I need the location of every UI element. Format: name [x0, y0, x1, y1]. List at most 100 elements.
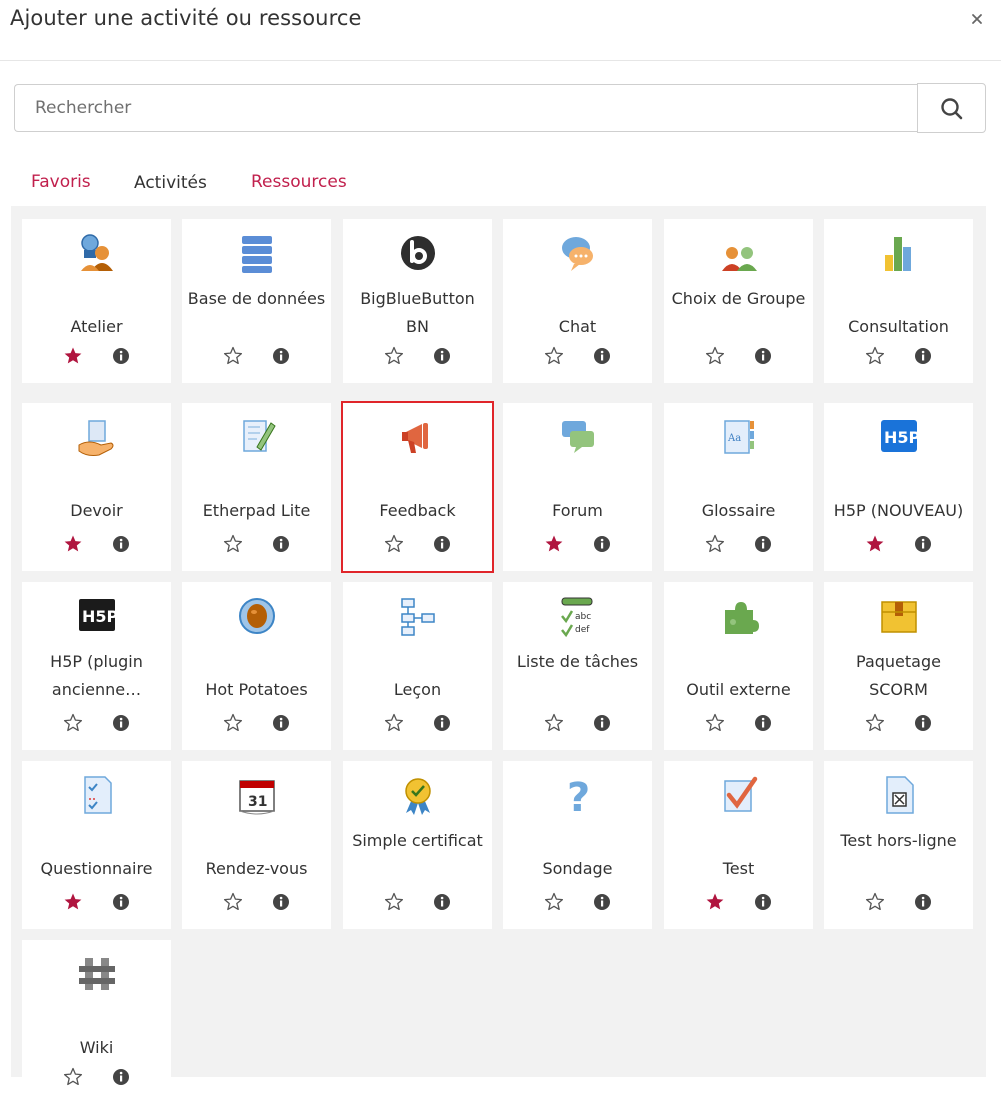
star-outline-icon[interactable]: [222, 712, 244, 734]
activity-card-liste-de-taches[interactable]: abc def Liste de tâches: [503, 582, 652, 750]
info-icon[interactable]: [431, 891, 453, 913]
activity-card-consultation[interactable]: Consultation: [824, 219, 973, 383]
info-icon[interactable]: [752, 712, 774, 734]
star-outline-icon[interactable]: [864, 891, 886, 913]
activity-card-forum[interactable]: Forum: [503, 403, 652, 571]
activity-actions: [343, 533, 492, 555]
info-icon[interactable]: [110, 712, 132, 734]
star-outline-icon[interactable]: [62, 1066, 84, 1088]
info-icon[interactable]: [270, 712, 292, 734]
activity-card-hot-potatoes[interactable]: Hot Potatoes: [182, 582, 331, 750]
activity-card-h5p-plugin-ancienne[interactable]: H5P H5P (plugin ancienne…: [22, 582, 171, 750]
checklist-icon: abc def: [556, 594, 600, 638]
info-icon[interactable]: [752, 533, 774, 555]
activity-card-sondage[interactable]: ? Sondage: [503, 761, 652, 929]
info-icon[interactable]: [270, 345, 292, 367]
activity-card-feedback[interactable]: Feedback: [341, 401, 494, 573]
info-icon[interactable]: [591, 712, 613, 734]
activity-card-devoir[interactable]: Devoir: [22, 403, 171, 571]
forum-bubbles-icon: [556, 415, 600, 459]
star-outline-icon[interactable]: [222, 345, 244, 367]
info-icon[interactable]: [431, 533, 453, 555]
info-icon[interactable]: [110, 891, 132, 913]
star-filled-icon[interactable]: [543, 533, 565, 555]
star-outline-icon[interactable]: [704, 345, 726, 367]
tab-activites[interactable]: Activités: [116, 164, 230, 206]
info-icon[interactable]: [591, 345, 613, 367]
activity-card-lecon[interactable]: Leçon: [343, 582, 492, 750]
star-outline-icon[interactable]: [62, 712, 84, 734]
star-filled-icon[interactable]: [62, 891, 84, 913]
star-outline-icon[interactable]: [222, 533, 244, 555]
activity-name: Rendez-vous: [205, 859, 308, 878]
activity-card-chat[interactable]: Chat: [503, 219, 652, 383]
info-icon[interactable]: [110, 345, 132, 367]
activity-actions: [22, 533, 171, 555]
activity-card-glossaire[interactable]: Aa Glossaire: [664, 403, 813, 571]
activity-card-paquetage-scorm[interactable]: Paquetage SCORM: [824, 582, 973, 750]
search-button[interactable]: [917, 83, 986, 133]
star-outline-icon[interactable]: [543, 345, 565, 367]
star-filled-icon[interactable]: [62, 345, 84, 367]
star-outline-icon[interactable]: [543, 712, 565, 734]
info-icon[interactable]: [912, 345, 934, 367]
info-icon[interactable]: [110, 533, 132, 555]
info-icon[interactable]: [912, 712, 934, 734]
activity-name: Leçon: [393, 680, 442, 699]
star-filled-icon[interactable]: [62, 533, 84, 555]
activity-actions: [664, 345, 813, 367]
info-icon[interactable]: [752, 891, 774, 913]
star-filled-icon[interactable]: [704, 891, 726, 913]
star-outline-icon[interactable]: [222, 891, 244, 913]
star-outline-icon[interactable]: [864, 345, 886, 367]
activity-name: Simple certificat: [352, 831, 483, 850]
activity-actions: [664, 891, 813, 913]
activity-actions: [343, 345, 492, 367]
activity-name: Paquetage SCORM: [856, 652, 941, 699]
activity-card-test-hors-ligne[interactable]: Test hors-ligne: [824, 761, 973, 929]
puzzle-piece-icon: [717, 594, 761, 638]
info-icon[interactable]: [270, 891, 292, 913]
info-icon[interactable]: [110, 1066, 132, 1088]
activity-card-choix-de-groupe[interactable]: Choix de Groupe: [664, 219, 813, 383]
activity-actions: [824, 712, 973, 734]
tab-ressources[interactable]: Ressources: [234, 164, 364, 206]
star-outline-icon[interactable]: [383, 345, 405, 367]
close-button[interactable]: [966, 8, 988, 30]
info-icon[interactable]: [591, 891, 613, 913]
info-icon[interactable]: [431, 712, 453, 734]
activity-card-h5p-nouveau[interactable]: H5P H5P (NOUVEAU): [824, 403, 973, 571]
info-icon[interactable]: [431, 345, 453, 367]
star-filled-icon[interactable]: [864, 533, 886, 555]
star-outline-icon[interactable]: [543, 891, 565, 913]
activity-card-questionnaire[interactable]: Questionnaire: [22, 761, 171, 929]
bar-chart-icon: [877, 231, 921, 275]
activity-card-etherpad-lite[interactable]: Etherpad Lite: [182, 403, 331, 571]
star-outline-icon[interactable]: [864, 712, 886, 734]
activity-card-outil-externe[interactable]: Outil externe: [664, 582, 813, 750]
activity-name: Devoir: [70, 501, 123, 520]
tab-favoris[interactable]: Favoris: [14, 164, 108, 206]
activity-grid: Atelier Base de données BigBlueButton BN Ch…: [11, 206, 986, 1104]
search-icon: [941, 98, 963, 120]
activity-card-test[interactable]: Test: [664, 761, 813, 929]
bigbluebutton-icon: [396, 231, 440, 275]
activity-card-atelier[interactable]: Atelier: [22, 219, 171, 383]
activity-actions: [503, 712, 652, 734]
info-icon[interactable]: [912, 891, 934, 913]
activity-card-rendez-vous[interactable]: 31 Rendez-vous: [182, 761, 331, 929]
star-outline-icon[interactable]: [383, 712, 405, 734]
star-outline-icon[interactable]: [704, 533, 726, 555]
star-outline-icon[interactable]: [704, 712, 726, 734]
activity-card-wiki[interactable]: Wiki: [22, 940, 171, 1104]
info-icon[interactable]: [591, 533, 613, 555]
activity-card-simple-certificat[interactable]: Simple certificat: [343, 761, 492, 929]
activity-card-base-de-donnees[interactable]: Base de données: [182, 219, 331, 383]
star-outline-icon[interactable]: [383, 533, 405, 555]
info-icon[interactable]: [752, 345, 774, 367]
star-outline-icon[interactable]: [383, 891, 405, 913]
search-input[interactable]: [14, 84, 917, 132]
info-icon[interactable]: [270, 533, 292, 555]
activity-card-bigbluebutton-bn[interactable]: BigBlueButton BN: [343, 219, 492, 383]
info-icon[interactable]: [912, 533, 934, 555]
